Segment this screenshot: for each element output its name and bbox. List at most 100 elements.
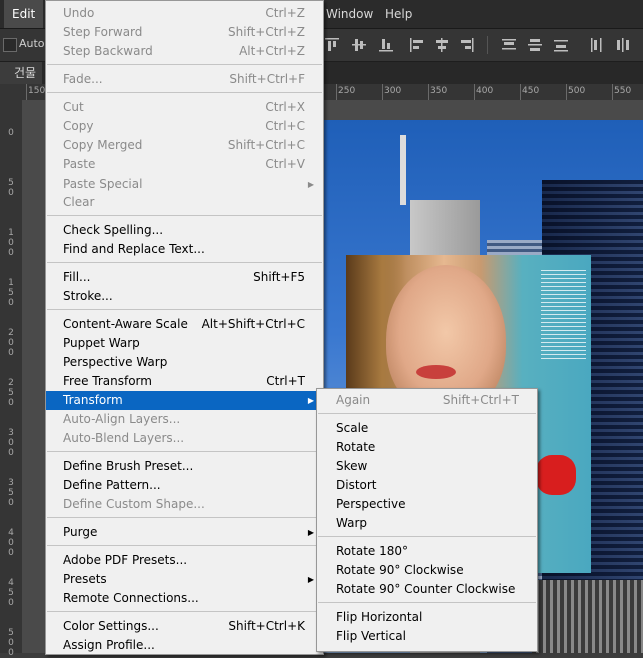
menu-item-fill[interactable]: Fill... Shift+F5 xyxy=(46,268,323,287)
submenu-item-rotate-90-ccw[interactable]: Rotate 90° Counter Clockwise xyxy=(317,580,537,599)
align-hcenter-icon[interactable] xyxy=(433,36,451,54)
menu-separator xyxy=(47,517,322,518)
menu-item-perspective-warp[interactable]: Perspective Warp xyxy=(46,353,323,372)
magazine-text xyxy=(541,269,586,359)
submenu-item-rotate-180[interactable]: Rotate 180° xyxy=(317,542,537,561)
menu-item-check-spelling[interactable]: Check Spelling... xyxy=(46,221,323,240)
menu-item-clear[interactable]: Clear xyxy=(46,193,323,212)
ruler-tick: 500 xyxy=(568,86,586,96)
ruler-tick: 150 xyxy=(28,86,46,96)
vertical-ruler: 0 50 100 150 200 250 300 350 400 450 500 xyxy=(0,100,23,658)
submenu-item-rotate[interactable]: Rotate xyxy=(317,438,537,457)
align-bottom-icon[interactable] xyxy=(377,36,395,54)
menu-help[interactable]: Help xyxy=(377,0,420,28)
ruler-tick: 450 xyxy=(8,578,14,608)
menu-item-fade[interactable]: Fade... Shift+Ctrl+F xyxy=(46,70,323,89)
ruler-tick: 350 xyxy=(8,478,14,508)
transform-submenu: Again Shift+Ctrl+T Scale Rotate Skew Dist… xyxy=(316,388,538,652)
ruler-line xyxy=(382,84,383,100)
menu-item-puppet-warp[interactable]: Puppet Warp xyxy=(46,334,323,353)
distribute-bottom-icon[interactable] xyxy=(552,36,570,54)
align-right-icon[interactable] xyxy=(458,36,476,54)
distribute-vcenter-icon[interactable] xyxy=(526,36,544,54)
distribute-hcenter-icon[interactable] xyxy=(614,36,632,54)
align-vcenter-icon[interactable] xyxy=(350,36,368,54)
distribute-top-icon[interactable] xyxy=(500,36,518,54)
menu-item-copy-merged[interactable]: Copy Merged Shift+Ctrl+C xyxy=(46,136,323,155)
menu-item-paste-special[interactable]: Paste Special ▶ xyxy=(46,175,323,194)
menu-item-step-backward[interactable]: Step Backward Alt+Ctrl+Z xyxy=(46,42,323,61)
ruler-tick: 50 xyxy=(8,178,14,198)
submenu-arrow-icon: ▶ xyxy=(307,575,314,584)
menu-item-presets[interactable]: Presets ▶ xyxy=(46,570,323,589)
menu-item-remote-connections[interactable]: Remote Connections... xyxy=(46,589,323,608)
menu-separator xyxy=(47,611,322,612)
menu-item-adobe-pdf-presets[interactable]: Adobe PDF Presets... xyxy=(46,551,323,570)
ruler-tick: 400 xyxy=(8,528,14,558)
submenu-arrow-icon: ▶ xyxy=(307,528,314,537)
ruler-tick: 400 xyxy=(476,86,494,96)
submenu-item-warp[interactable]: Warp xyxy=(317,514,537,533)
menu-separator xyxy=(318,602,536,603)
divider xyxy=(487,36,488,54)
ruler-tick: 250 xyxy=(338,86,356,96)
menu-separator xyxy=(318,536,536,537)
menu-separator xyxy=(47,545,322,546)
ruler-line xyxy=(336,84,337,100)
menu-item-find-replace[interactable]: Find and Replace Text... xyxy=(46,240,323,259)
menu-separator xyxy=(47,262,322,263)
submenu-item-rotate-90-cw[interactable]: Rotate 90° Clockwise xyxy=(317,561,537,580)
ruler-tick: 0 xyxy=(8,128,14,138)
submenu-item-flip-horizontal[interactable]: Flip Horizontal xyxy=(317,608,537,627)
ruler-line xyxy=(26,84,27,100)
submenu-arrow-icon: ▶ xyxy=(307,396,314,405)
distribute-left-icon[interactable] xyxy=(588,36,606,54)
menu-edit[interactable]: Edit xyxy=(4,0,44,28)
menu-item-free-transform[interactable]: Free Transform Ctrl+T xyxy=(46,372,323,391)
tab-document[interactable]: 건물 xyxy=(0,62,43,84)
ruler-tick: 100 xyxy=(8,228,14,258)
ruler-line xyxy=(428,84,429,100)
ruler-tick: 300 xyxy=(384,86,402,96)
auto-select-checkbox[interactable] xyxy=(3,38,17,52)
menu-item-copy[interactable]: Copy Ctrl+C xyxy=(46,117,323,136)
ruler-tick: 350 xyxy=(430,86,448,96)
menu-item-stroke[interactable]: Stroke... xyxy=(46,287,323,306)
menu-separator xyxy=(47,451,322,452)
menu-item-define-pattern[interactable]: Define Pattern... xyxy=(46,476,323,495)
menu-item-auto-align-layers[interactable]: Auto-Align Layers... xyxy=(46,410,323,429)
ruler-line xyxy=(520,84,521,100)
menu-item-undo[interactable]: Undo Ctrl+Z xyxy=(46,4,323,23)
menu-item-color-settings[interactable]: Color Settings... Shift+Ctrl+K xyxy=(46,617,323,636)
submenu-item-scale[interactable]: Scale xyxy=(317,419,537,438)
submenu-item-distort[interactable]: Distort xyxy=(317,476,537,495)
red-glove xyxy=(536,455,576,495)
menu-item-transform[interactable]: Transform ▶ xyxy=(46,391,323,410)
menu-item-purge[interactable]: Purge ▶ xyxy=(46,523,323,542)
align-top-icon[interactable] xyxy=(323,36,341,54)
submenu-arrow-icon: ▶ xyxy=(307,180,314,189)
menu-item-content-aware-scale[interactable]: Content-Aware Scale Alt+Shift+Ctrl+C xyxy=(46,315,323,334)
edit-menu-dropdown: Undo Ctrl+Z Step Forward Shift+Ctrl+Z Step… xyxy=(45,0,324,655)
menu-separator xyxy=(47,64,322,65)
menu-item-cut[interactable]: Cut Ctrl+X xyxy=(46,98,323,117)
menu-item-define-brush-preset[interactable]: Define Brush Preset... xyxy=(46,457,323,476)
lips xyxy=(416,365,456,379)
menu-separator xyxy=(47,92,322,93)
menu-item-define-custom-shape[interactable]: Define Custom Shape... xyxy=(46,495,323,514)
submenu-item-skew[interactable]: Skew xyxy=(317,457,537,476)
ruler-corner xyxy=(0,84,22,100)
submenu-item-again[interactable]: Again Shift+Ctrl+T xyxy=(317,391,537,410)
menu-window[interactable]: Window xyxy=(318,0,381,28)
menu-item-assign-profile[interactable]: Assign Profile... xyxy=(46,636,323,655)
menu-item-step-forward[interactable]: Step Forward Shift+Ctrl+Z xyxy=(46,23,323,42)
submenu-item-perspective[interactable]: Perspective xyxy=(317,495,537,514)
align-left-icon[interactable] xyxy=(408,36,426,54)
ruler-tick: 500 xyxy=(8,628,14,658)
submenu-item-flip-vertical[interactable]: Flip Vertical xyxy=(317,627,537,646)
menu-separator xyxy=(47,215,322,216)
menu-item-auto-blend-layers[interactable]: Auto-Blend Layers... xyxy=(46,429,323,448)
menu-separator xyxy=(318,413,536,414)
menu-separator xyxy=(47,309,322,310)
menu-item-paste[interactable]: Paste Ctrl+V xyxy=(46,155,323,174)
